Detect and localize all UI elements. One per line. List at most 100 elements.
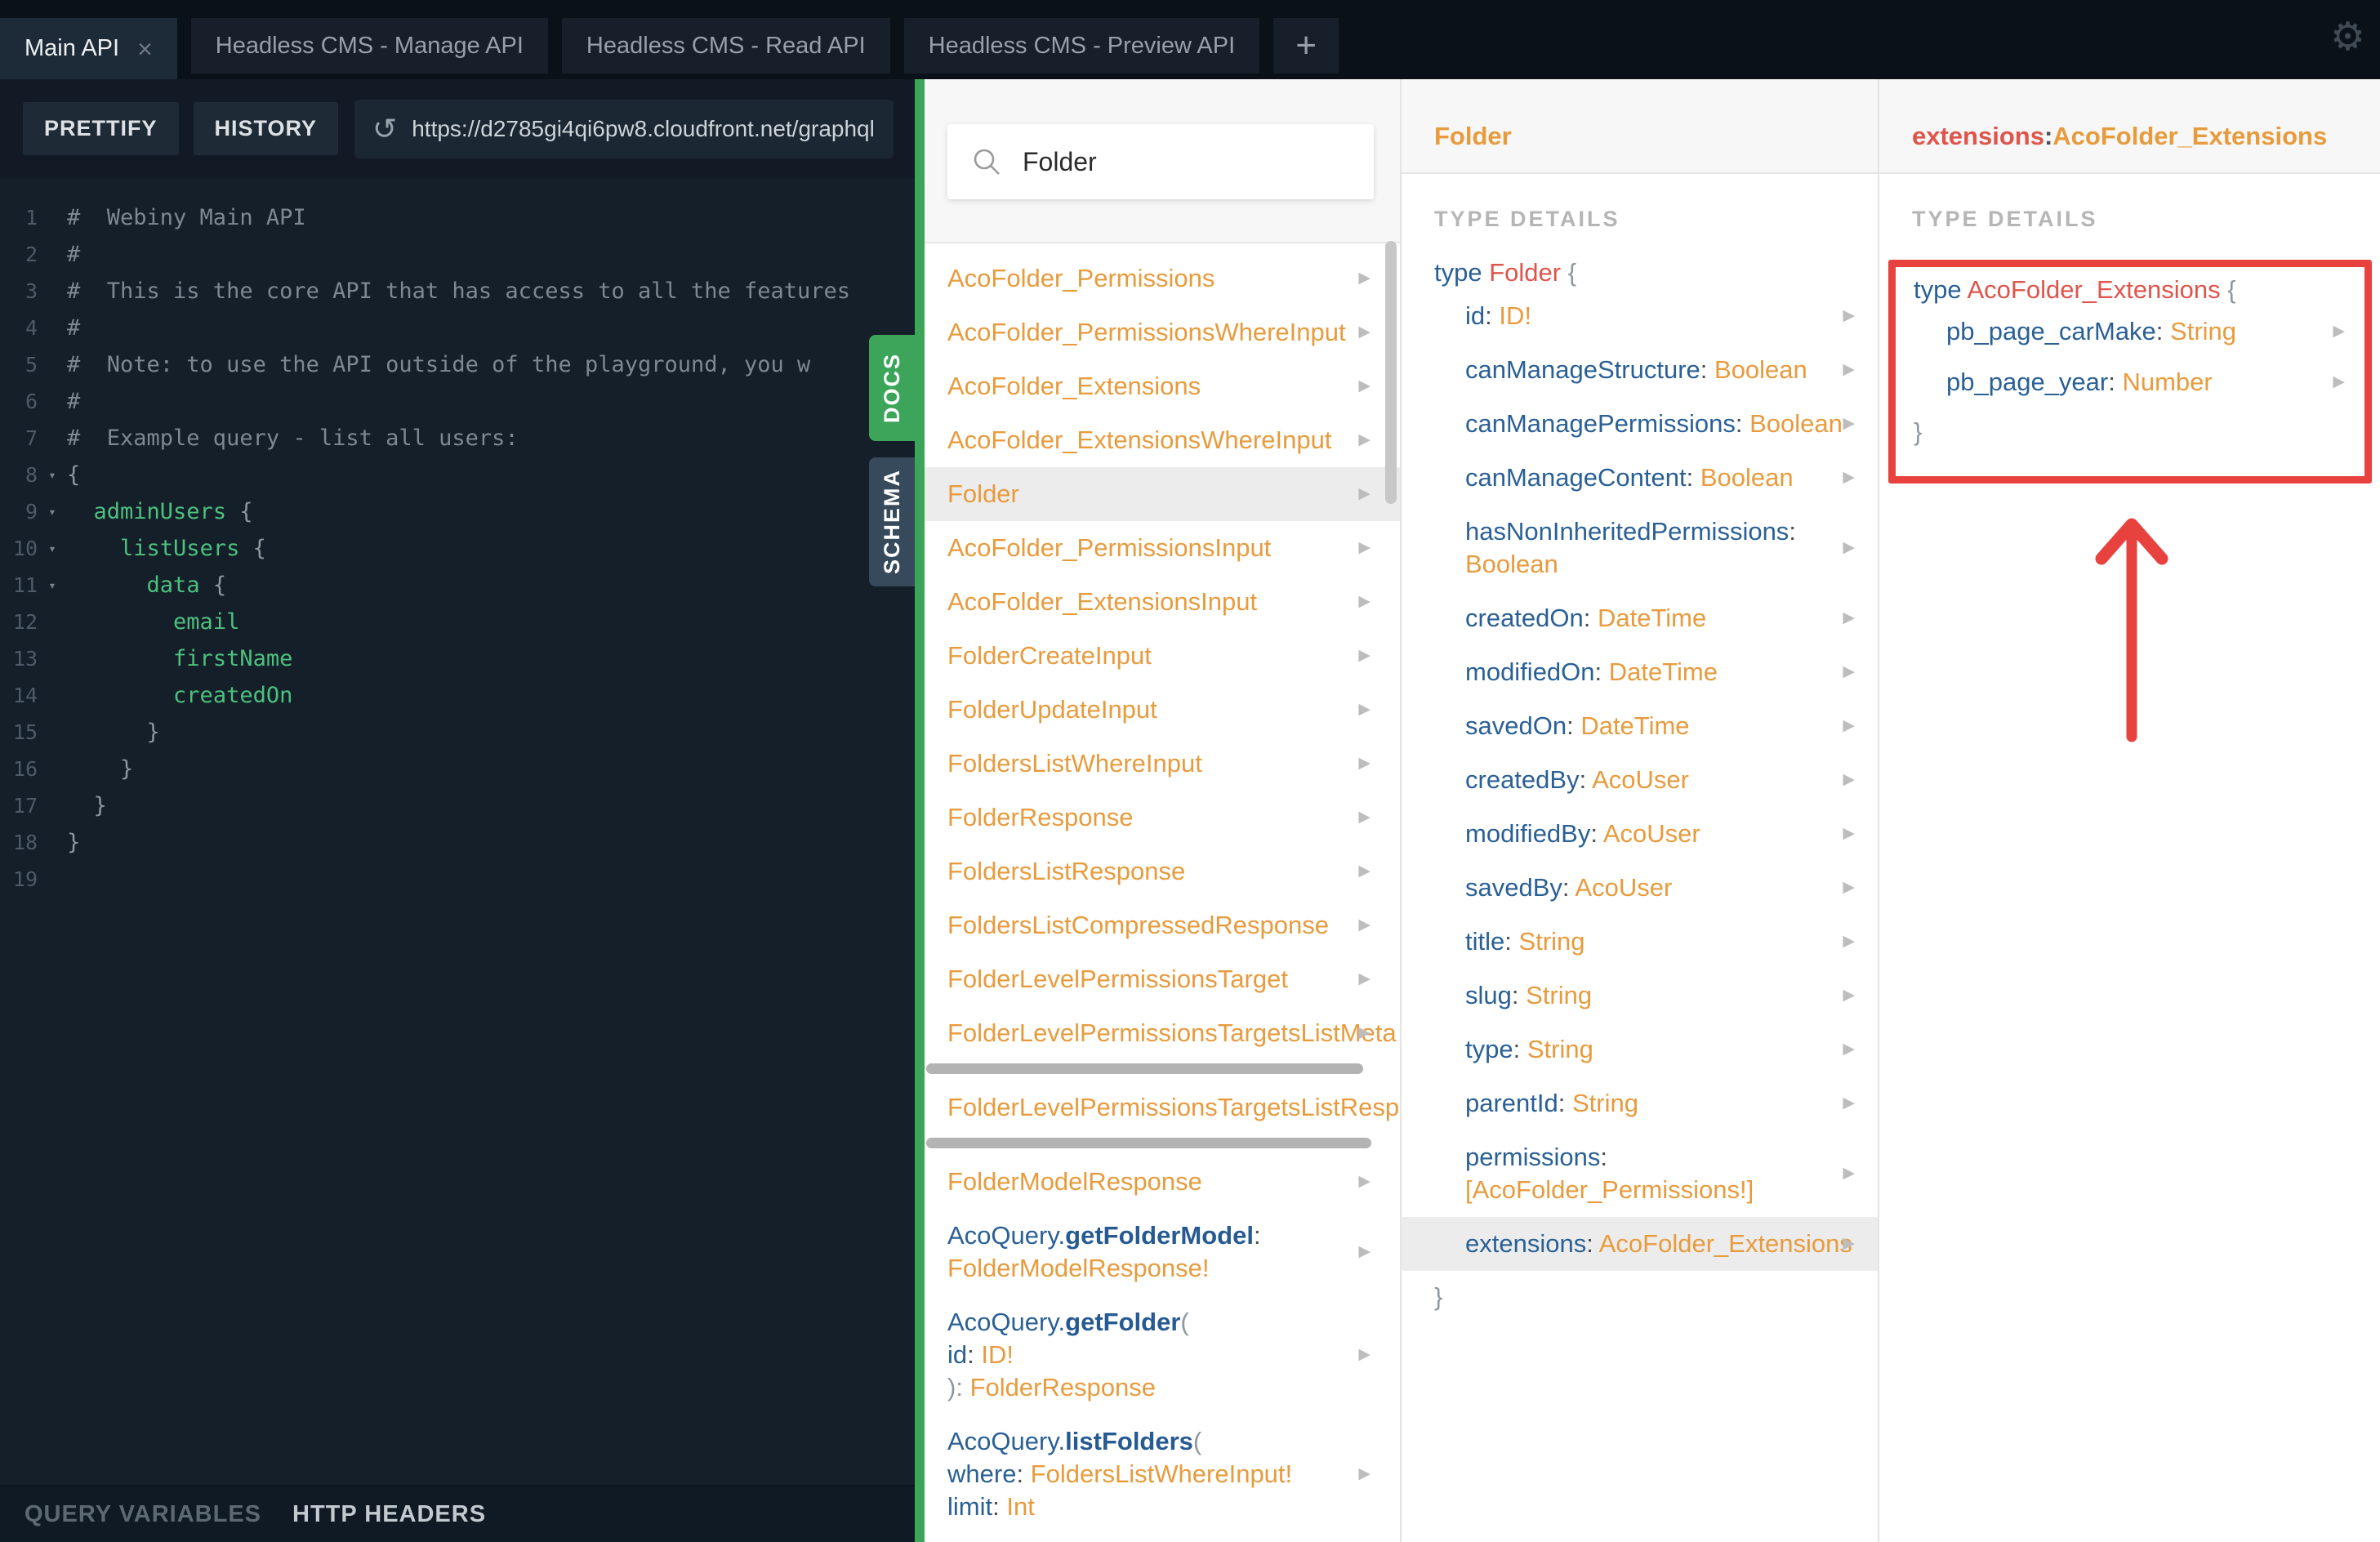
docs-list-item[interactable]: FolderLevelPermissionsTargetsListRespons… (925, 1081, 1400, 1134)
code-line[interactable]: 15 } (0, 714, 915, 751)
horizontal-scrollbar[interactable] (926, 1063, 1363, 1074)
code-line[interactable]: 16 } (0, 751, 915, 787)
field-row[interactable]: hasNonInheritedPermissions: Boolean ▶ (1402, 505, 1878, 591)
code-line[interactable]: 12 email (0, 604, 915, 640)
code-line[interactable]: 14 createdOn (0, 677, 915, 714)
docs-list-item[interactable]: FoldersListWhereInput ▶ (925, 737, 1400, 791)
tab-bar: Main API × Headless CMS - Manage API Headle… (0, 0, 2380, 79)
field-row[interactable]: savedBy: AcoUser ▶ (1402, 861, 1878, 915)
field-row[interactable]: savedOn: DateTime ▶ (1402, 699, 1878, 753)
fold-arrow-icon[interactable]: ▾ (38, 467, 67, 483)
line-number: 2 (25, 243, 38, 266)
field-row[interactable]: type: String ▶ (1402, 1023, 1878, 1076)
schema-side-tab[interactable]: SCHEMA (869, 457, 915, 586)
docs-list-scrollbar[interactable] (1385, 241, 1397, 504)
expand-arrow-icon: ▶ (1358, 809, 1371, 826)
docs-list-item[interactable]: FolderLevelPermissionsTarget ▶ (925, 952, 1400, 1006)
code-line[interactable]: 17 } (0, 787, 915, 824)
docs-list-item[interactable]: Folder ▶ (925, 467, 1400, 521)
tab-label: Headless CMS - Preview API (928, 32, 1236, 59)
field-row[interactable]: title: String ▶ (1402, 915, 1878, 969)
expand-arrow-icon: ▶ (1358, 1173, 1371, 1190)
line-number: 11 (12, 573, 38, 597)
code-line[interactable]: 13 firstName (0, 640, 915, 677)
settings-gear-icon[interactable]: ⚙ (2330, 18, 2365, 57)
docs-list-item[interactable]: AcoQuery.getFolder( id: ID!): FolderResp… (925, 1295, 1400, 1415)
docs-list-item[interactable]: AcoFolder_ExtensionsInput ▶ (925, 575, 1400, 629)
code-line[interactable]: 18} (0, 824, 915, 861)
code-line[interactable]: 10 ▾ listUsers { (0, 530, 915, 567)
expand-arrow-icon: ▶ (1843, 1235, 1855, 1252)
fold-arrow-icon[interactable]: ▾ (38, 541, 67, 556)
add-tab-button[interactable]: + (1273, 18, 1339, 74)
expand-arrow-icon: ▶ (1843, 307, 1855, 324)
code-line[interactable]: 1 # Webiny Main API (0, 199, 915, 236)
close-tab-icon[interactable]: × (137, 36, 153, 62)
expand-arrow-icon: ▶ (1843, 1165, 1855, 1182)
code-line[interactable]: 7 # Example query - list all users: (0, 420, 915, 457)
expand-arrow-icon: ▶ (1358, 431, 1371, 448)
reload-endpoint-icon[interactable]: ↺ (372, 114, 397, 144)
expand-arrow-icon: ▶ (1358, 970, 1371, 987)
field-row[interactable]: permissions: [AcoFolder_Permissions!] ▶ (1402, 1130, 1878, 1217)
docs-list-item[interactable]: AcoFolder_PermissionsWhereInput ▶ (925, 305, 1400, 359)
field-row[interactable]: slug: String ▶ (1402, 969, 1878, 1023)
field-row[interactable]: canManageStructure: Boolean ▶ (1402, 343, 1878, 397)
docs-side-tab[interactable]: DOCS (869, 335, 915, 441)
query-variables-tab[interactable]: QUERY VARIABLES (25, 1501, 261, 1528)
code-line[interactable]: 9 ▾ adminUsers { (0, 493, 915, 530)
expand-arrow-icon: ▶ (1358, 377, 1371, 394)
field-row[interactable]: pb_page_carMake: String ▶ (1896, 306, 2364, 357)
docs-list-item[interactable]: FolderCreateInput ▶ (925, 629, 1400, 683)
code-line[interactable]: 2 # (0, 236, 915, 273)
field-row[interactable]: canManagePermissions: Boolean ▶ (1402, 397, 1878, 451)
expand-arrow-icon: ▶ (1843, 361, 1855, 378)
code-line[interactable]: 11 ▾ data { (0, 567, 915, 604)
tab-headless-cms-manage-api[interactable]: Headless CMS - Manage API (190, 18, 548, 74)
docs-list-item[interactable]: AcoFolder_PermissionsInput ▶ (925, 521, 1400, 575)
docs-list-item[interactable]: AcoFolder_ExtensionsWhereInput ▶ (925, 413, 1400, 467)
docs-list-item[interactable]: AcoQuery.listFolders( where: FoldersList… (925, 1415, 1400, 1534)
field-row[interactable]: extensions: AcoFolder_Extensions ▶ (1402, 1217, 1878, 1271)
prettify-button[interactable]: PRETTIFY (23, 102, 179, 155)
docs-list-item[interactable]: FolderResponse ▶ (925, 791, 1400, 845)
tab-main-api[interactable]: Main API × (0, 18, 177, 79)
expand-arrow-icon: ▶ (1843, 717, 1855, 734)
endpoint-url-input[interactable] (410, 114, 894, 143)
http-headers-tab[interactable]: HTTP HEADERS (292, 1501, 486, 1528)
docs-search-input[interactable] (1021, 145, 1374, 178)
code-line[interactable]: 3 # This is the core API that has access … (0, 273, 915, 310)
fold-arrow-icon[interactable]: ▾ (38, 577, 67, 593)
history-button[interactable]: HISTORY (193, 102, 339, 155)
docs-list-item[interactable]: AcoQuery.getFolderModel: FolderModelRespo… (925, 1209, 1400, 1295)
field-row[interactable]: pb_page_year: Number ▶ (1896, 357, 2364, 408)
fold-arrow-icon[interactable]: ▾ (38, 504, 67, 519)
field-row[interactable]: createdBy: AcoUser ▶ (1402, 753, 1878, 807)
tab-headless-cms-preview-api[interactable]: Headless CMS - Preview API (903, 18, 1260, 74)
field-row[interactable]: modifiedBy: AcoUser ▶ (1402, 807, 1878, 861)
expand-arrow-icon: ▶ (1843, 415, 1855, 432)
docs-list-item[interactable]: FolderLevelPermissionsTargetsListMeta ▶ (925, 1006, 1400, 1060)
field-row[interactable]: parentId: String ▶ (1402, 1076, 1878, 1130)
query-editor[interactable]: 1 # Webiny Main API 2 #3 # This is the core … (0, 178, 915, 1485)
code-line[interactable]: 6 # (0, 383, 915, 420)
code-line[interactable]: 8 ▾{ (0, 457, 915, 493)
code-line[interactable]: 19 (0, 861, 915, 898)
docs-list-item[interactable]: FoldersListCompressedResponse ▶ (925, 898, 1400, 952)
field-row[interactable]: id: ID! ▶ (1402, 289, 1878, 343)
tab-headless-cms-read-api[interactable]: Headless CMS - Read API (561, 18, 890, 74)
field-row[interactable]: modifiedOn: DateTime ▶ (1402, 645, 1878, 699)
docs-list-item[interactable]: FolderUpdateInput ▶ (925, 683, 1400, 737)
horizontal-scrollbar[interactable] (926, 1138, 1371, 1148)
field-row[interactable]: createdOn: DateTime ▶ (1402, 591, 1878, 645)
code-line[interactable]: 5 # Note: to use the API outside of the p… (0, 346, 915, 383)
code-text: # (67, 389, 81, 414)
docs-panel-divider[interactable] (915, 79, 925, 1542)
code-line[interactable]: 4 # (0, 310, 915, 346)
docs-list-item[interactable]: AcoFolder_Permissions ▶ (925, 252, 1400, 305)
docs-list-item[interactable]: FoldersListResponse ▶ (925, 845, 1400, 898)
expand-arrow-icon: ▶ (1358, 1024, 1371, 1041)
field-row[interactable]: canManageContent: Boolean ▶ (1402, 451, 1878, 505)
docs-list-item[interactable]: AcoFolder_Extensions ▶ (925, 359, 1400, 413)
docs-list-item[interactable]: FolderModelResponse ▶ (925, 1155, 1400, 1209)
